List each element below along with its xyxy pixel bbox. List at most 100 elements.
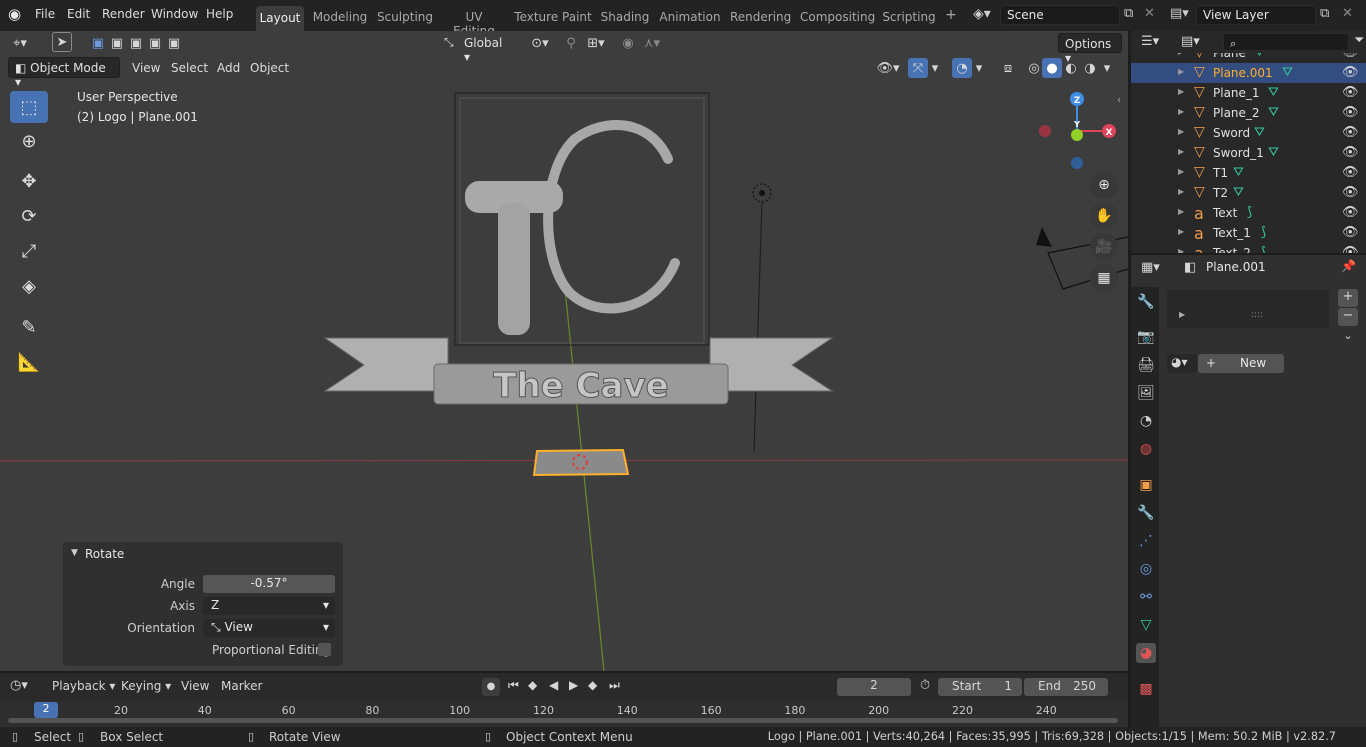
tool-tab-icon[interactable]: 🔧 bbox=[1136, 292, 1156, 312]
keying-menu[interactable]: Keying ▾ bbox=[121, 679, 171, 693]
outliner-row[interactable]: ▶ ▽ T1 ⛛ 👁 bbox=[1131, 163, 1366, 183]
outliner-item-name[interactable]: T2 bbox=[1213, 186, 1228, 200]
start-frame-field[interactable]: Start 1 bbox=[938, 678, 1022, 696]
outliner-search-input[interactable]: ⌕ bbox=[1223, 33, 1349, 51]
add-slot-button[interactable]: + bbox=[1338, 289, 1358, 307]
redo-panel-collapse-icon[interactable]: ▼ bbox=[71, 548, 78, 558]
sidebar-toggle-icon[interactable]: ‹ bbox=[1117, 95, 1121, 106]
outliner-row[interactable]: ▶ ▽ T2 ⛛ 👁 bbox=[1131, 183, 1366, 203]
curve-data-icon[interactable]: ⟆ bbox=[1261, 225, 1266, 240]
timeline-editor-icon[interactable]: ◷▾ bbox=[10, 678, 28, 693]
outliner-item-name[interactable]: Plane.001 bbox=[1213, 66, 1273, 80]
proportional-editing-checkbox[interactable] bbox=[318, 643, 331, 656]
tab-rendering[interactable]: Rendering bbox=[730, 8, 791, 28]
mesh-data-icon[interactable]: ⛛ bbox=[1233, 165, 1244, 180]
material-tab-icon[interactable]: ◕ bbox=[1136, 643, 1156, 663]
outliner-row[interactable]: ▶ ▽ Plane_1 ⛛ 👁 bbox=[1131, 83, 1366, 103]
mesh-data-icon[interactable]: ⛛ bbox=[1233, 185, 1244, 200]
orientation-dropdown[interactable]: ⤡ View ▾ bbox=[203, 619, 335, 637]
play-icon[interactable]: ▶ bbox=[569, 678, 578, 692]
curve-data-icon[interactable]: ⟆ bbox=[1247, 205, 1252, 220]
blender-logo-icon[interactable]: ◉ bbox=[8, 5, 21, 23]
outliner-item-name[interactable]: Plane bbox=[1213, 53, 1246, 60]
ortho-toggle-icon[interactable]: ▦ bbox=[1090, 264, 1118, 292]
mesh-data-icon[interactable]: ⛛ bbox=[1268, 85, 1279, 100]
view-layer-icon[interactable]: ▤▾ bbox=[1170, 6, 1189, 21]
playback-menu[interactable]: Playback ▾ bbox=[52, 679, 115, 693]
outliner-item-name[interactable]: Plane_1 bbox=[1213, 86, 1260, 100]
tab-sculpting[interactable]: Sculpting bbox=[376, 8, 434, 28]
pan-view-icon[interactable]: ✋ bbox=[1090, 202, 1118, 230]
render-tab-icon[interactable]: 📷 bbox=[1136, 327, 1156, 347]
world-tab-icon[interactable]: ◍ bbox=[1136, 439, 1156, 459]
close-view-layer-icon[interactable]: ✕ bbox=[1342, 6, 1353, 21]
prev-keyframe-icon[interactable]: ◆ bbox=[528, 678, 537, 692]
outliner-item-name[interactable]: Text bbox=[1213, 206, 1237, 220]
tab-uv-editing[interactable]: UV Editing bbox=[443, 8, 505, 38]
outliner-row[interactable]: ▶ a Text ⟆ 👁 bbox=[1131, 203, 1366, 223]
stopwatch-icon[interactable]: ⏱ bbox=[920, 678, 930, 693]
menu-help[interactable]: Help bbox=[206, 7, 233, 21]
properties-editor-type-icon[interactable]: ▦▾ bbox=[1141, 260, 1160, 275]
expand-arrow-icon[interactable]: ▶ bbox=[1178, 247, 1184, 253]
remove-slot-button[interactable]: − bbox=[1338, 308, 1358, 326]
3d-viewport[interactable]: ⌖▾ ➤ ▣ ▣ ▣ ▣ ▣ ⤡ Global ▾ ⊙▾ ⚲ ⊞▾ ◉ ⋏▾ O… bbox=[0, 31, 1128, 671]
expand-arrow-icon[interactable]: ▶ bbox=[1178, 107, 1184, 116]
expand-arrow-icon[interactable]: ▶ bbox=[1178, 227, 1184, 236]
expand-arrow-icon[interactable]: ▶ bbox=[1178, 187, 1184, 196]
tab-texture-paint[interactable]: Texture Paint bbox=[514, 8, 592, 28]
view-layer-field[interactable]: View Layer bbox=[1196, 5, 1316, 25]
camera-view-icon[interactable]: 🎥 bbox=[1090, 233, 1118, 261]
scene-name-field[interactable]: Scene bbox=[1000, 5, 1120, 25]
visibility-eye-icon[interactable]: 👁 bbox=[1342, 225, 1359, 240]
tab-compositing[interactable]: Compositing bbox=[800, 8, 875, 28]
copy-scene-icon[interactable]: ⧉ bbox=[1124, 6, 1133, 21]
outliner-item-name[interactable]: Text_2 bbox=[1213, 246, 1251, 253]
filter-icon[interactable]: ⏷ bbox=[1354, 33, 1364, 48]
output-tab-icon[interactable]: 🖨 bbox=[1136, 355, 1156, 375]
visibility-eye-icon[interactable]: 👁 bbox=[1342, 125, 1359, 140]
mesh-data-icon[interactable]: ⛛ bbox=[1254, 53, 1265, 60]
mesh-data-tab-icon[interactable]: ▽ bbox=[1136, 615, 1156, 635]
slot-specials-button[interactable]: ⌄ bbox=[1338, 329, 1358, 347]
playhead-marker[interactable]: 2 bbox=[34, 702, 58, 718]
expand-arrow-icon[interactable]: ▶ bbox=[1178, 53, 1184, 56]
visibility-eye-icon[interactable]: 👁 bbox=[1342, 205, 1359, 220]
zoom-view-icon[interactable]: ⊕ bbox=[1090, 171, 1118, 199]
expand-arrow-icon[interactable]: ▶ bbox=[1178, 147, 1184, 156]
expand-arrow-icon[interactable]: ▶ bbox=[1178, 127, 1184, 136]
constraints-tab-icon[interactable]: ⚯ bbox=[1136, 587, 1156, 607]
tab-layout[interactable]: Layout bbox=[256, 6, 304, 31]
browse-material-dropdown[interactable]: ◕▾ bbox=[1167, 354, 1197, 373]
current-frame-field[interactable]: 2 bbox=[837, 678, 911, 696]
resize-handle-icon[interactable]: :::: bbox=[1251, 310, 1263, 320]
marker-menu[interactable]: Marker bbox=[221, 679, 262, 693]
expand-arrow-icon[interactable]: ▶ bbox=[1178, 87, 1184, 96]
axis-dropdown[interactable]: Z ▾ bbox=[203, 597, 335, 615]
tab-animation[interactable]: Animation bbox=[659, 8, 721, 28]
visibility-eye-icon[interactable]: 👁 bbox=[1342, 245, 1359, 253]
jump-end-icon[interactable]: ⏭ bbox=[609, 678, 620, 693]
menu-file[interactable]: File bbox=[35, 7, 55, 21]
visibility-eye-icon[interactable]: 👁 bbox=[1342, 185, 1359, 200]
jump-start-icon[interactable]: ⏮ bbox=[508, 678, 519, 693]
curve-data-icon[interactable]: ⟆ bbox=[1261, 245, 1266, 253]
next-keyframe-icon[interactable]: ◆ bbox=[588, 678, 597, 692]
object-tab-icon[interactable]: ▣ bbox=[1136, 475, 1156, 495]
end-frame-field[interactable]: End 250 bbox=[1024, 678, 1108, 696]
menu-window[interactable]: Window bbox=[151, 7, 198, 21]
menu-edit[interactable]: Edit bbox=[67, 7, 90, 21]
menu-render[interactable]: Render bbox=[102, 7, 145, 21]
outliner-item-name[interactable]: T1 bbox=[1213, 166, 1228, 180]
display-mode-icon[interactable]: ▤▾ bbox=[1181, 34, 1200, 49]
pin-icon[interactable]: 📌 bbox=[1341, 259, 1356, 273]
view-layer-tab-icon[interactable]: 🖼 bbox=[1136, 383, 1156, 403]
material-slot-list[interactable]: ▶ :::: bbox=[1167, 290, 1329, 328]
visibility-eye-icon[interactable]: 👁 bbox=[1342, 53, 1359, 60]
scene-icon[interactable]: ◈▾ bbox=[973, 6, 991, 22]
expand-arrow-icon[interactable]: ▶ bbox=[1179, 310, 1185, 319]
mesh-data-icon[interactable]: ⛛ bbox=[1268, 145, 1279, 160]
copy-view-layer-icon[interactable]: ⧉ bbox=[1320, 6, 1329, 21]
mesh-data-icon[interactable]: ⛛ bbox=[1282, 65, 1293, 80]
expand-arrow-icon[interactable]: ▶ bbox=[1178, 167, 1184, 176]
